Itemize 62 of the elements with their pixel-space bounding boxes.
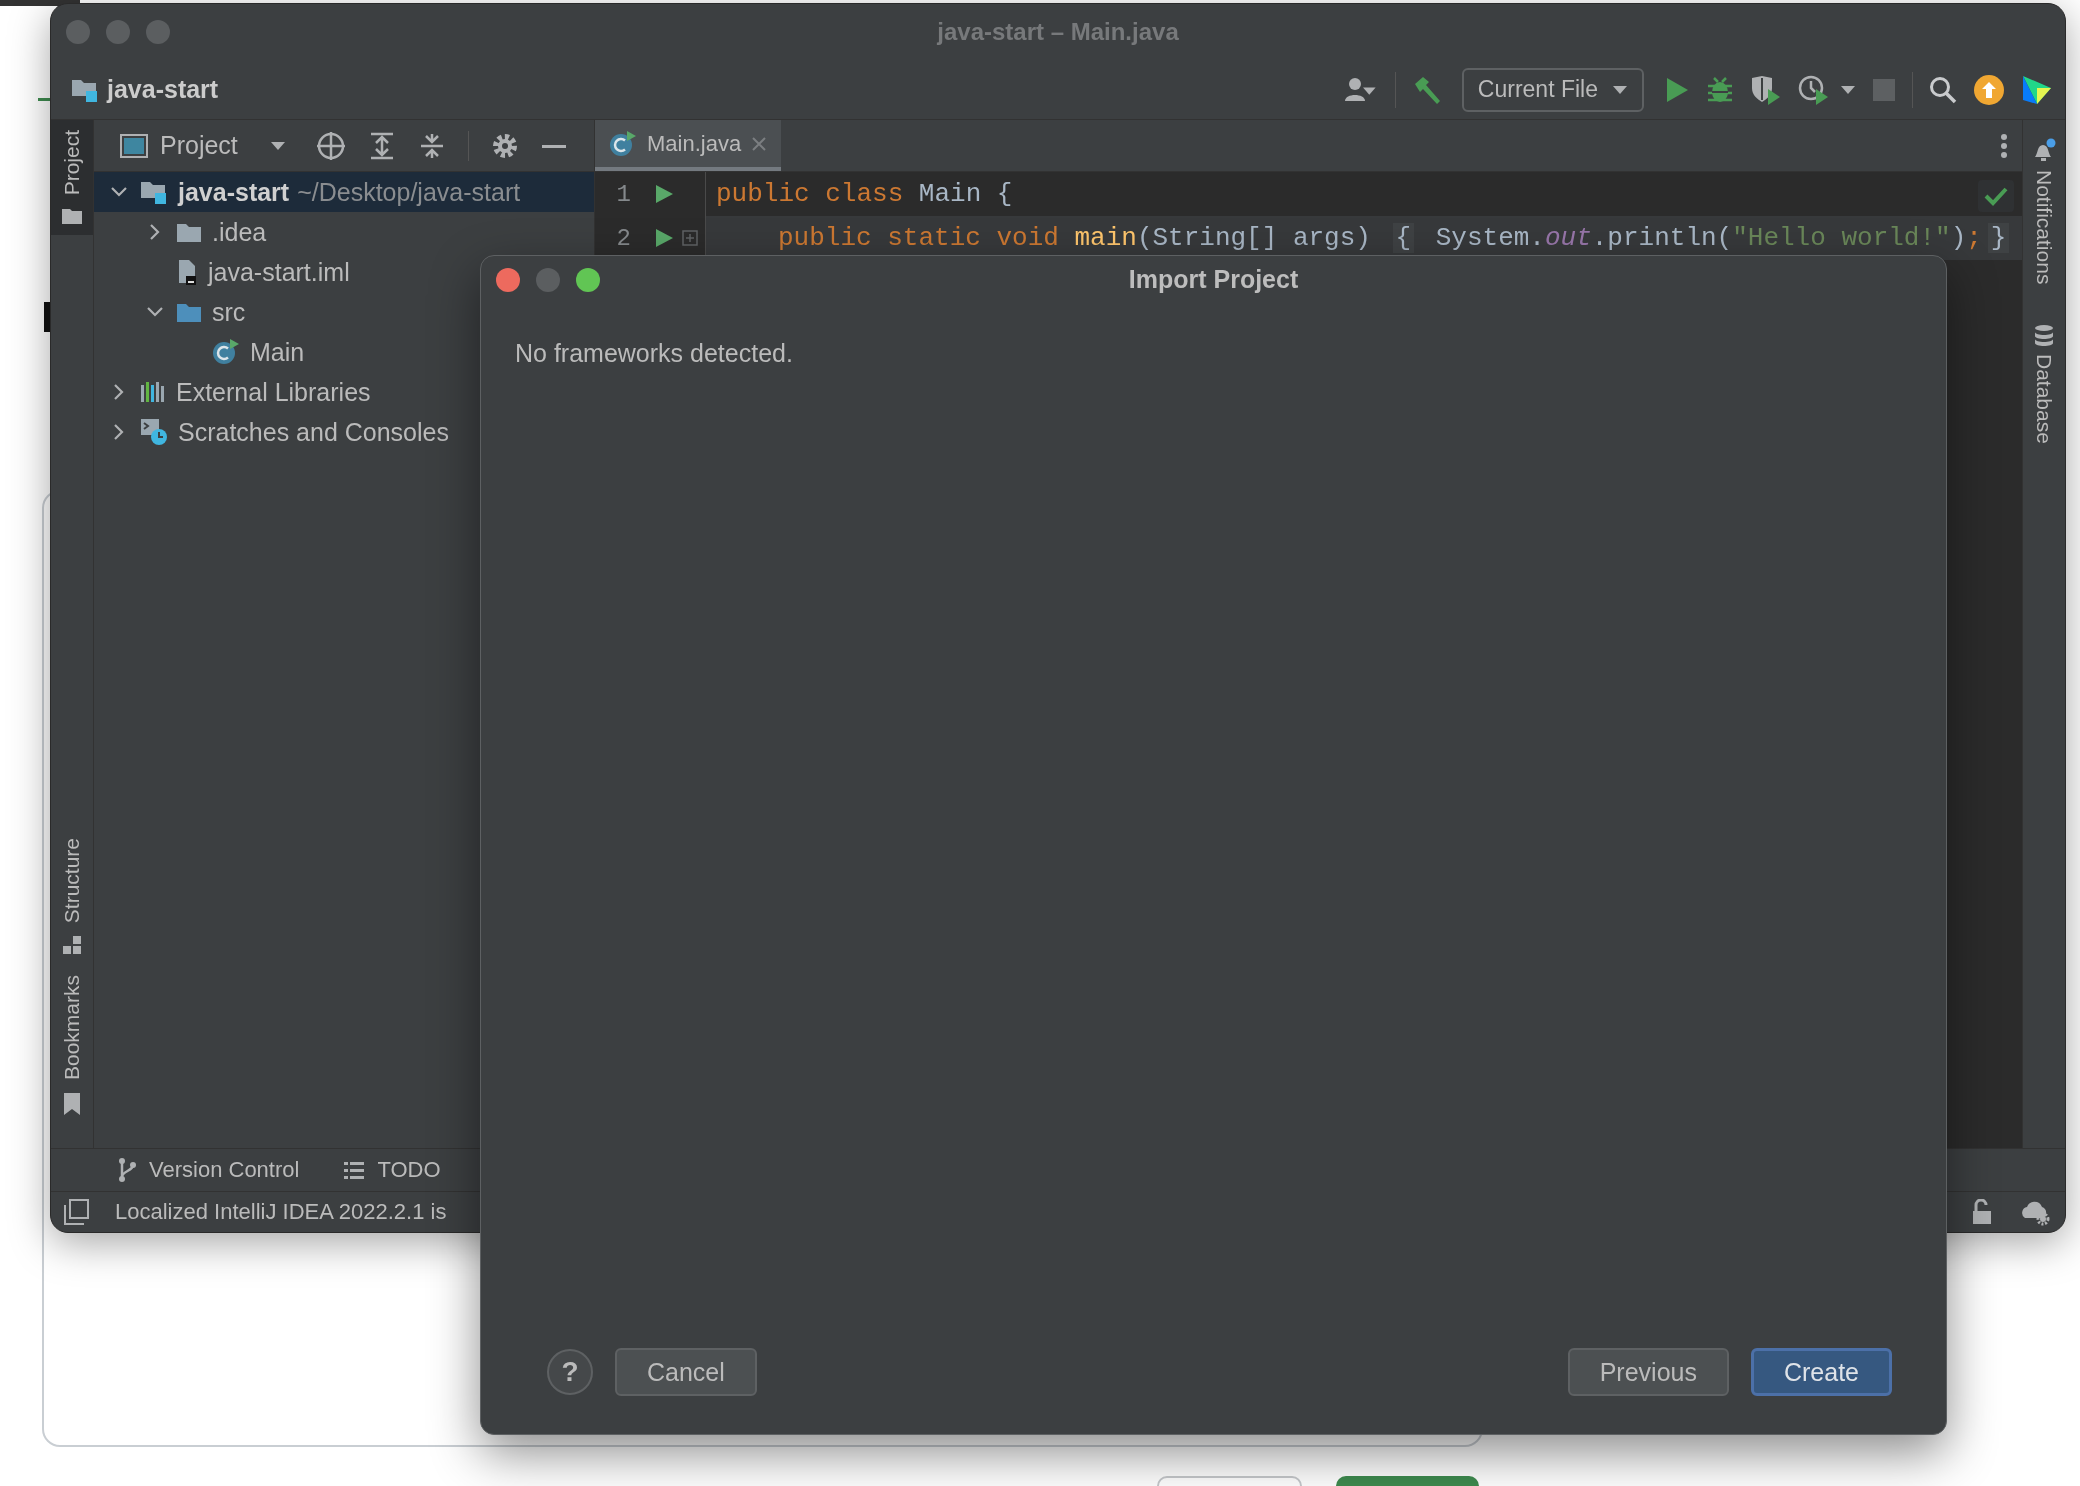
unlock-icon[interactable] bbox=[1971, 1199, 1993, 1225]
dialog-button[interactable]: Previous bbox=[1567, 1348, 1729, 1396]
tool-window-button[interactable]: Notifications bbox=[2023, 128, 2065, 295]
file-icon bbox=[176, 259, 198, 285]
tool-window-button[interactable]: TODO bbox=[343, 1157, 441, 1183]
line-number: 1 bbox=[615, 180, 631, 208]
more-icon[interactable] bbox=[2000, 132, 2008, 159]
tree-item[interactable]: External Libraries bbox=[94, 372, 594, 412]
tree-item[interactable]: java-start ~/Desktop/java-start bbox=[94, 172, 594, 212]
panel-icon bbox=[120, 133, 148, 158]
dialog-button[interactable]: Create bbox=[1750, 1348, 1892, 1396]
tree-item[interactable]: src bbox=[94, 292, 594, 332]
bookmark-icon bbox=[62, 1092, 82, 1116]
caret-icon bbox=[269, 140, 286, 151]
tool-window-button[interactable]: Project bbox=[51, 120, 93, 236]
profiler-icon[interactable] bbox=[1798, 74, 1830, 105]
line-number: 2 bbox=[615, 224, 631, 252]
panel-toggle-icon[interactable] bbox=[63, 1199, 89, 1225]
dialog-title: Import Project bbox=[1128, 265, 1299, 294]
logo-icon[interactable] bbox=[2021, 73, 2053, 106]
coverage-icon[interactable] bbox=[1750, 74, 1782, 105]
database-icon bbox=[2033, 324, 2055, 349]
folder-icon bbox=[176, 221, 202, 243]
run-icon[interactable] bbox=[653, 227, 675, 249]
run-configuration-dropdown[interactable]: Current File bbox=[1461, 67, 1644, 112]
caret-icon[interactable] bbox=[1840, 84, 1856, 95]
tool-window-button[interactable]: Version Control bbox=[117, 1157, 300, 1183]
settings-icon[interactable] bbox=[490, 131, 519, 160]
project-view-dropdown[interactable]: Project bbox=[120, 131, 286, 160]
structure-icon bbox=[62, 934, 82, 955]
branch-icon bbox=[117, 1157, 137, 1183]
locate-icon[interactable] bbox=[315, 130, 346, 161]
class-icon bbox=[212, 339, 240, 365]
class-icon bbox=[609, 130, 637, 157]
list-icon bbox=[343, 1160, 366, 1180]
help-button[interactable]: ? bbox=[547, 1349, 593, 1395]
dialog-message: No frameworks detected. bbox=[515, 339, 794, 368]
check-icon bbox=[1984, 186, 2008, 206]
dialog-button[interactable]: Cancel bbox=[615, 1348, 757, 1396]
folder-icon bbox=[61, 207, 83, 226]
tree-item[interactable]: Scratches and Consoles bbox=[94, 412, 594, 452]
bug-icon[interactable] bbox=[1706, 75, 1734, 104]
tree-item[interactable]: .idea bbox=[94, 212, 594, 252]
project-widget[interactable]: java-start bbox=[71, 75, 219, 104]
module-folder-icon bbox=[140, 180, 168, 204]
caret-icon bbox=[1612, 84, 1628, 95]
tool-window-button[interactable]: Structure bbox=[51, 827, 93, 965]
status-message: Localized IntelliJ IDEA 2022.2.1 is bbox=[115, 1199, 447, 1225]
editor-tab[interactable]: Main.java bbox=[595, 120, 782, 171]
run-icon[interactable] bbox=[653, 183, 675, 205]
folder-icon bbox=[71, 77, 99, 102]
scratches-icon bbox=[140, 418, 168, 446]
tool-window-button[interactable]: Database bbox=[2023, 314, 2065, 455]
search-icon[interactable] bbox=[1929, 75, 1957, 104]
tool-window-button[interactable]: Bookmarks bbox=[51, 964, 93, 1126]
update-icon[interactable] bbox=[1973, 73, 2005, 106]
run-icon[interactable] bbox=[1664, 75, 1690, 104]
folder-icon bbox=[176, 301, 202, 323]
tree-item[interactable]: java-start.iml bbox=[94, 252, 594, 292]
window-title: java-start – Main.java bbox=[937, 18, 1179, 46]
libraries-icon bbox=[140, 381, 166, 403]
window-controls[interactable] bbox=[496, 267, 600, 292]
